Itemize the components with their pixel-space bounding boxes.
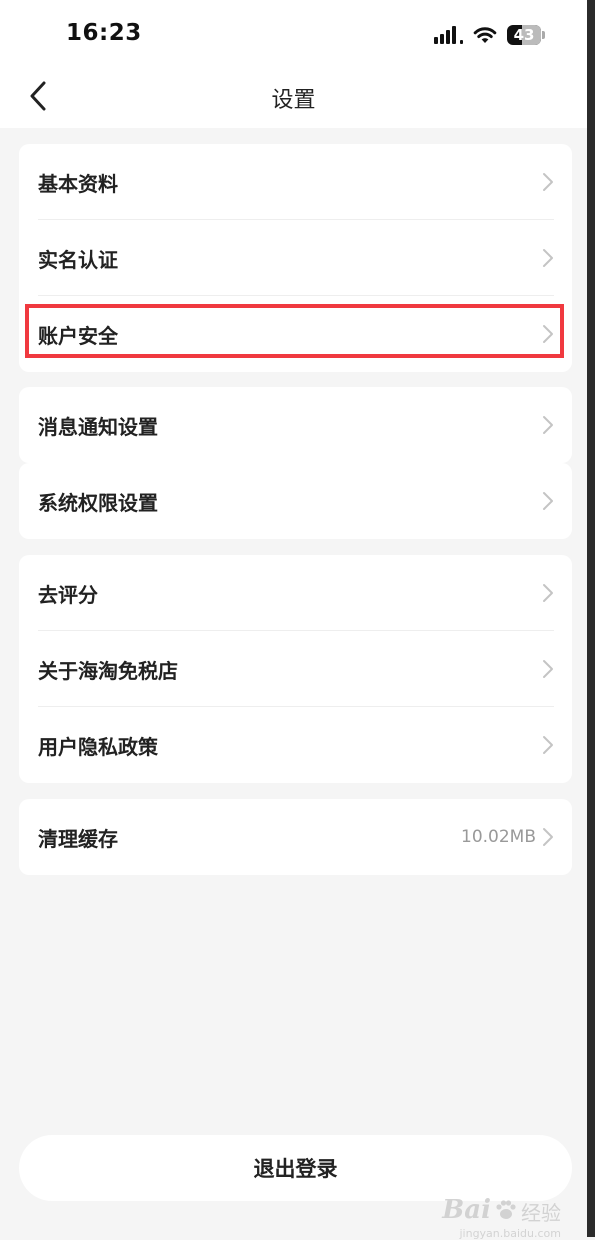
settings-item-label: 关于海淘免税店 bbox=[38, 658, 178, 683]
signal-icon bbox=[434, 26, 463, 44]
settings-item-basic-info[interactable]: 基本资料 bbox=[19, 144, 572, 220]
wifi-icon bbox=[473, 26, 497, 44]
chevron-right-icon bbox=[542, 415, 554, 435]
settings-item-about-store[interactable]: 关于海淘免税店 bbox=[19, 631, 572, 707]
baidu-watermark: Bai 经验 jingyan.baidu.com bbox=[442, 1195, 561, 1240]
settings-item-privacy-policy[interactable]: 用户隐私政策 bbox=[19, 707, 572, 783]
chevron-right-icon bbox=[542, 583, 554, 603]
settings-page: 16:23 43 设置 基本资料 实名认证 账户安全 消息通知设置 系统权限设置… bbox=[0, 0, 595, 1240]
settings-group-account: 基本资料 实名认证 账户安全 bbox=[19, 144, 572, 372]
highlight-annotation-box bbox=[25, 304, 564, 358]
settings-item-label: 消息通知设置 bbox=[38, 414, 158, 439]
status-icons: 43 bbox=[434, 22, 545, 48]
settings-item-account-security[interactable]: 账户安全 bbox=[19, 296, 572, 372]
chevron-right-icon bbox=[542, 827, 554, 847]
logout-button[interactable]: 退出登录 bbox=[19, 1135, 572, 1201]
settings-group-permissions: 系统权限设置 bbox=[19, 463, 572, 539]
settings-item-message-notifications[interactable]: 消息通知设置 bbox=[19, 387, 572, 463]
settings-item-label: 实名认证 bbox=[38, 247, 118, 272]
settings-group-notifications: 消息通知设置 bbox=[19, 387, 572, 463]
settings-item-label: 基本资料 bbox=[38, 171, 118, 196]
settings-item-label: 系统权限设置 bbox=[38, 490, 158, 515]
logout-label: 退出登录 bbox=[253, 1157, 338, 1181]
settings-item-label: 清理缓存 bbox=[38, 826, 118, 851]
chevron-right-icon bbox=[542, 735, 554, 755]
settings-group-about: 去评分 关于海淘免税店 用户隐私政策 bbox=[19, 555, 572, 783]
cache-size: 10.02MB bbox=[461, 827, 536, 847]
settings-item-system-permissions[interactable]: 系统权限设置 bbox=[19, 463, 572, 539]
nav-bar: 设置 bbox=[0, 72, 587, 128]
battery-level: 43 bbox=[513, 26, 535, 44]
chevron-right-icon bbox=[542, 491, 554, 511]
watermark-url: jingyan.baidu.com bbox=[459, 1227, 561, 1240]
watermark-cn: 经验 bbox=[521, 1201, 561, 1225]
battery-icon: 43 bbox=[507, 25, 545, 45]
chevron-right-icon bbox=[542, 172, 554, 192]
status-bar: 16:23 43 bbox=[0, 0, 587, 72]
chevron-right-icon bbox=[542, 659, 554, 679]
settings-group-cache: 清理缓存 10.02MB bbox=[19, 799, 572, 875]
settings-item-clear-cache[interactable]: 清理缓存 10.02MB bbox=[19, 799, 572, 875]
chevron-right-icon bbox=[542, 248, 554, 268]
status-time: 16:23 bbox=[66, 20, 142, 46]
page-title: 设置 bbox=[271, 88, 316, 113]
watermark-brand: Bai bbox=[442, 1195, 491, 1225]
settings-item-real-name[interactable]: 实名认证 bbox=[19, 220, 572, 296]
settings-item-label: 用户隐私政策 bbox=[38, 734, 158, 759]
paw-icon bbox=[493, 1197, 519, 1223]
edge-strip bbox=[587, 0, 595, 1237]
settings-item-label: 去评分 bbox=[38, 582, 98, 607]
settings-item-rate[interactable]: 去评分 bbox=[19, 555, 572, 631]
